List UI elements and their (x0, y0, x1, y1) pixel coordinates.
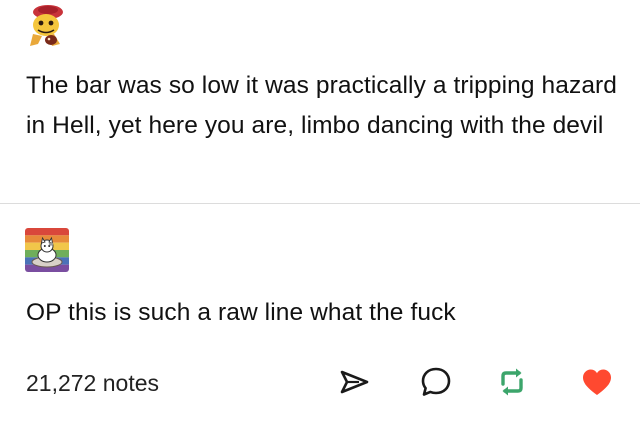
post-divider (0, 203, 640, 204)
reblog-icon (501, 368, 523, 396)
send-icon (340, 370, 369, 394)
cartoon-character-avatar-icon (30, 5, 63, 46)
reply-text: OP this is such a raw line what the fuck (26, 299, 456, 326)
like-button[interactable] (579, 364, 615, 400)
cat-pride-flag-avatar-icon (25, 228, 69, 272)
reply-button[interactable] (418, 364, 454, 400)
post-text: The bar was so low it was practically a … (26, 72, 618, 139)
speech-bubble-icon (421, 367, 451, 396)
replier-avatar[interactable] (25, 228, 69, 272)
heart-icon (583, 369, 611, 395)
share-button[interactable] (336, 364, 372, 400)
reblog-button[interactable] (494, 364, 530, 400)
notes-count[interactable]: 21,272 notes (26, 366, 159, 400)
original-poster-avatar[interactable] (24, 4, 68, 48)
